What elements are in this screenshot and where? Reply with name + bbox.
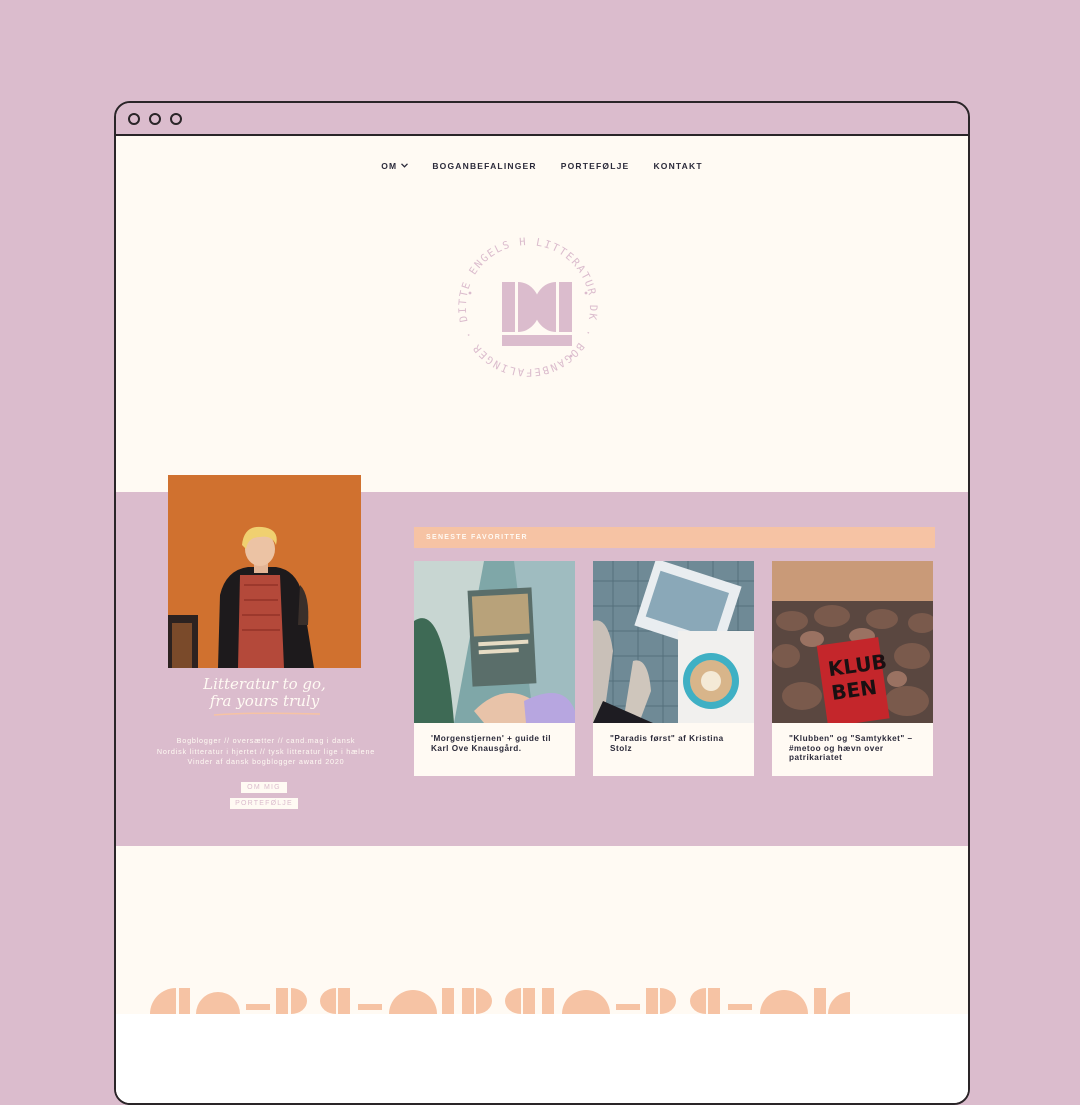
favorites-heading: SENESTE FAVORITTER [414, 527, 935, 548]
footer-area [116, 1014, 968, 1103]
about-me-button[interactable]: OM MIG [241, 782, 287, 793]
post-card[interactable]: "Paradis først" af Kristina Stolz [593, 561, 754, 776]
window-dot[interactable] [128, 113, 140, 125]
post-title: "Klubben" og "Samtykket" – #metoo og hæv… [789, 734, 913, 762]
nav-item-om[interactable]: OM [381, 161, 409, 171]
bio-line: Nordisk litteratur i hjertet // tysk lit… [156, 746, 376, 756]
bio-line: Bogblogger // oversætter // cand.mag i d… [176, 736, 356, 745]
bio-text: Bogblogger // oversætter // cand.mag i d… [146, 736, 386, 768]
post-card[interactable]: 'Morgenstjernen' + guide til Karl Ove Kn… [414, 561, 575, 776]
nav-item-boganbefalinger[interactable]: BOGANBEFALINGER [432, 161, 536, 171]
web-page: OM BOGANBEFALINGER PORTEFØLJE KONTAKT LI… [116, 136, 968, 1103]
nav-item-kontakt[interactable]: KONTAKT [653, 161, 702, 171]
dk-monogram-icon [502, 282, 572, 346]
nav-item-label: KONTAKT [653, 161, 703, 171]
window-titlebar [116, 103, 968, 136]
nav-item-portefolje[interactable]: PORTEFØLJE [561, 161, 630, 171]
portfolio-button[interactable]: PORTEFØLJE [230, 798, 298, 809]
nav-item-label: PORTEFØLJE [560, 161, 630, 171]
post-card[interactable]: KLUB BEN "Klubben" og "Samtykket" – #met… [772, 561, 933, 776]
nav-item-label: OM [381, 161, 398, 171]
underline-swash [213, 712, 321, 716]
main-nav: OM BOGANBEFALINGER PORTEFØLJE KONTAKT [116, 161, 968, 171]
nav-item-label: BOGANBEFALINGER [432, 161, 537, 171]
post-title: "Paradis først" af Kristina Stolz [610, 734, 724, 753]
site-logo[interactable]: LITTERATUR DK · BOGANBEFALINGER · DITTE … [444, 213, 608, 392]
chevron-down-icon [401, 162, 409, 170]
window-dot[interactable] [170, 113, 182, 125]
post-image [414, 561, 575, 723]
window-dot[interactable] [149, 113, 161, 125]
tagline-line-1: Litteratur to go, [203, 675, 326, 693]
decorative-pattern [150, 988, 850, 1016]
tagline-line-2: fra yours truly [209, 692, 320, 710]
post-image: KLUB BEN [772, 561, 933, 723]
profile-photo [168, 475, 361, 668]
post-title: 'Morgenstjernen' + guide til Karl Ove Kn… [431, 734, 552, 753]
browser-window: OM BOGANBEFALINGER PORTEFØLJE KONTAKT LI… [114, 101, 970, 1105]
bio-line: Vinder af dansk bogblogger award 2020 [187, 757, 345, 766]
tagline-script: Litteratur to go, fra yours truly [168, 676, 361, 710]
post-image [593, 561, 754, 723]
